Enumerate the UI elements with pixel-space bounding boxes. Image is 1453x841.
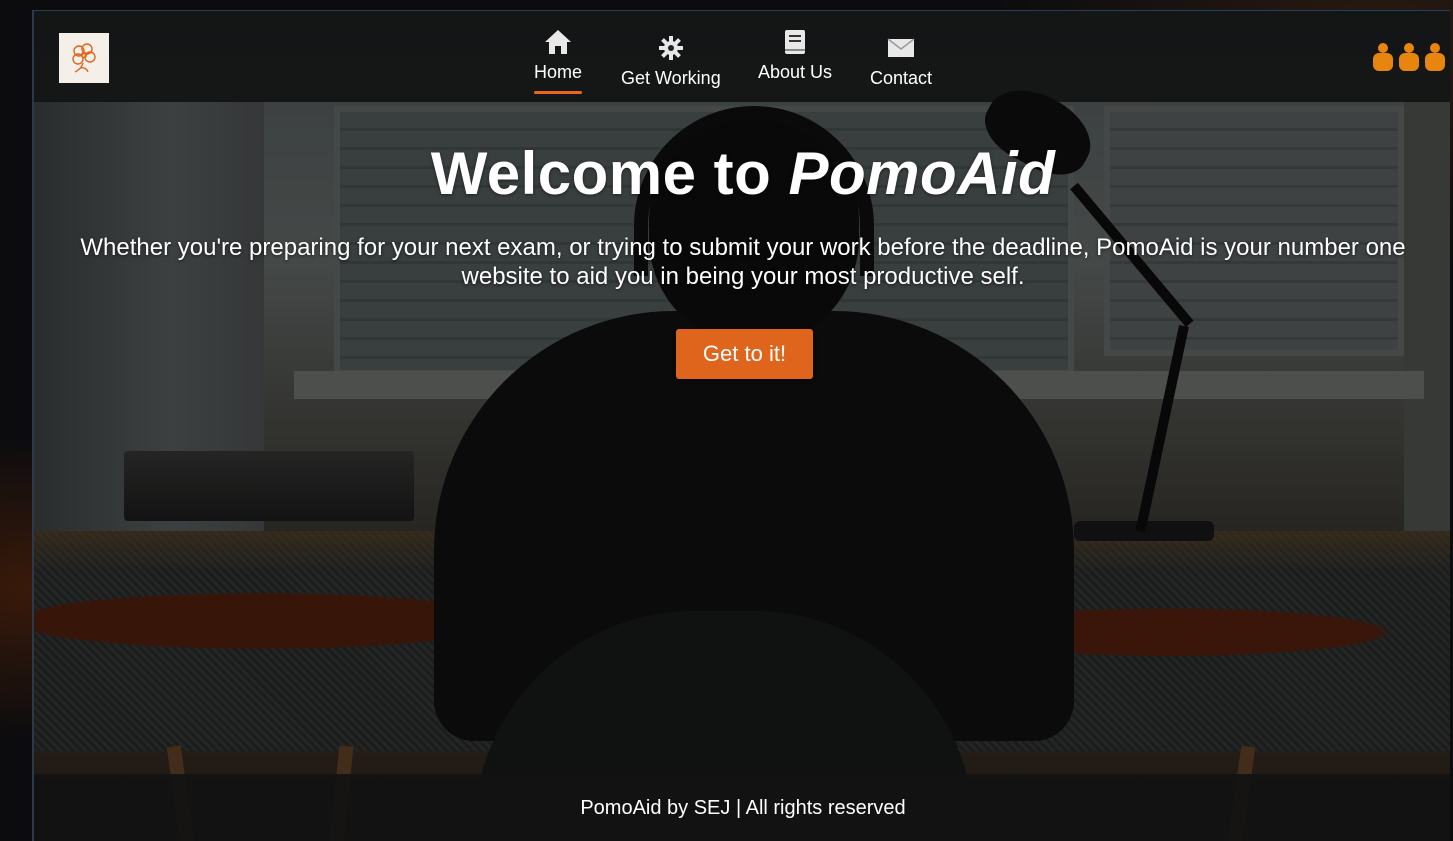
envelope-icon xyxy=(886,33,916,63)
footer-text: PomoAid by SEJ | All rights reserved xyxy=(580,796,906,819)
nav-item-label: About Us xyxy=(758,62,833,82)
top-navbar: Home Get Working About Us Contact xyxy=(34,11,1450,102)
nav-item-home[interactable]: Home xyxy=(534,27,582,94)
nav-item-label: Get Working xyxy=(621,68,721,88)
hero-description: Whether you're preparing for your next e… xyxy=(80,234,1406,290)
user-icon xyxy=(1399,43,1419,71)
active-indicator xyxy=(534,91,582,94)
user-group[interactable] xyxy=(1372,41,1446,71)
dark-overlay xyxy=(34,11,1450,841)
book-icon xyxy=(780,27,810,57)
hero-title: Welcome to PomoAid xyxy=(34,139,1450,208)
site-footer: PomoAid by SEJ | All rights reserved xyxy=(34,774,1450,841)
nav-item-get-working[interactable]: Get Working xyxy=(621,33,721,89)
nav-item-contact[interactable]: Contact xyxy=(870,33,932,89)
main-nav: Home Get Working About Us Contact xyxy=(34,11,1450,102)
browser-viewport: Home Get Working About Us Contact Welcom… xyxy=(32,10,1450,841)
nav-item-about-us[interactable]: About Us xyxy=(758,27,832,83)
get-to-it-button[interactable]: Get to it! xyxy=(676,329,813,379)
nav-item-label: Contact xyxy=(870,68,933,88)
gear-icon xyxy=(656,33,686,63)
hero-title-brand: PomoAid xyxy=(788,140,1056,207)
hero-title-prefix: Welcome to xyxy=(430,140,789,207)
user-icon xyxy=(1425,43,1445,71)
home-icon xyxy=(543,27,573,57)
user-icon xyxy=(1373,43,1393,71)
nav-item-label: Home xyxy=(534,62,583,82)
